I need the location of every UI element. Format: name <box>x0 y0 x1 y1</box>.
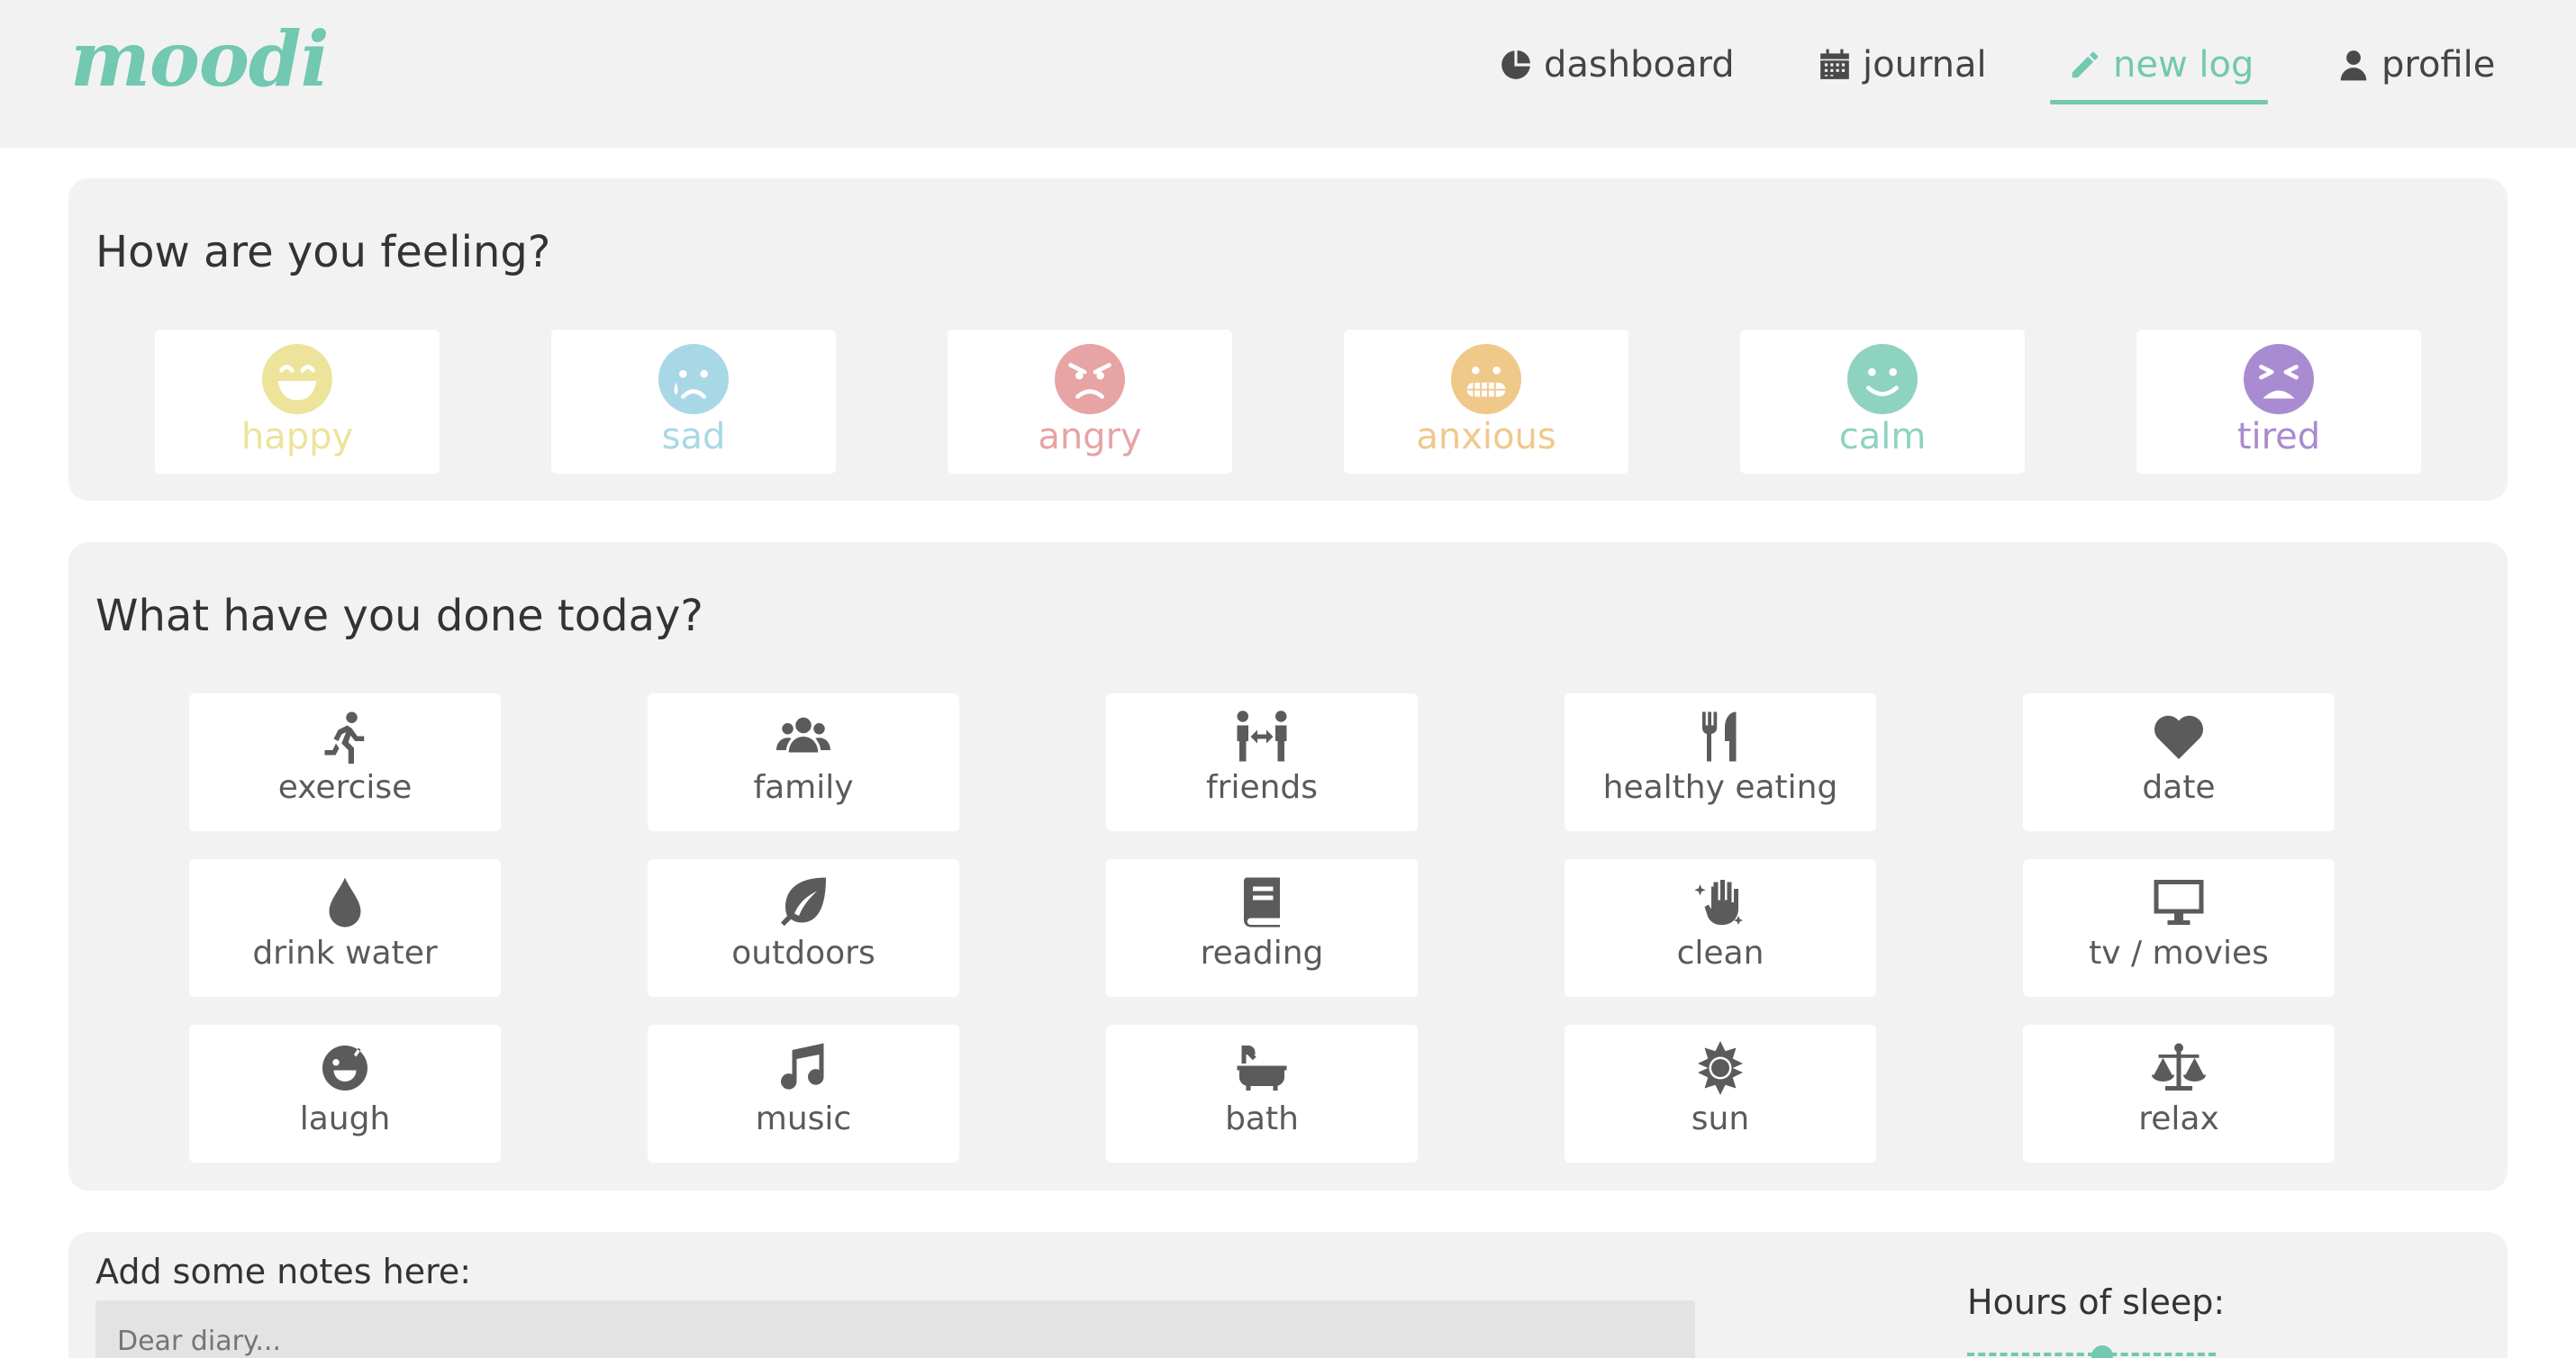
activity-label: tv / movies <box>2089 935 2269 972</box>
app-logo[interactable]: moodi <box>70 14 330 104</box>
activity-card-reading[interactable]: reading <box>1106 859 1418 997</box>
mood-label-tired: tired <box>2236 416 2321 457</box>
mood-section-title: How are you feeling? <box>95 227 551 277</box>
activity-label: music <box>755 1100 852 1137</box>
mood-card-happy[interactable]: happy <box>155 330 440 474</box>
bath-icon <box>1235 1041 1289 1095</box>
activity-card-tv-movies[interactable]: tv / movies <box>2023 859 2335 997</box>
activity-card-bath[interactable]: bath <box>1106 1025 1418 1163</box>
laugh-face-icon <box>318 1041 372 1095</box>
calendar-icon <box>1820 49 1849 79</box>
nav-new-log-label: new log <box>2113 44 2254 86</box>
pencil-icon <box>2072 51 2099 78</box>
mood-label-angry: angry <box>1038 416 1142 457</box>
activity-label: bath <box>1225 1100 1299 1137</box>
mood-card-calm[interactable]: calm <box>1740 330 2025 474</box>
mood-card-anxious[interactable]: anxious <box>1344 330 1628 474</box>
activity-card-clean[interactable]: clean <box>1565 859 1876 997</box>
people-arrows-icon <box>1235 710 1289 764</box>
activity-label: drink water <box>252 935 438 972</box>
music-note-icon <box>776 1041 830 1095</box>
tired-face-icon <box>2244 344 2314 414</box>
nav-profile[interactable]: profile <box>2336 38 2495 92</box>
mood-label-calm: calm <box>1838 416 1927 457</box>
angry-face-icon <box>1055 344 1125 414</box>
activity-label: family <box>753 769 854 806</box>
mood-label-happy: happy <box>240 416 354 457</box>
water-drop-icon <box>318 875 372 929</box>
mood-card-tired[interactable]: tired <box>2136 330 2421 474</box>
activity-label: outdoors <box>731 935 875 972</box>
monitor-icon <box>2152 875 2206 929</box>
activity-label: relax <box>2138 1100 2219 1137</box>
top-navbar: moodi dashboard journal new log profile <box>0 0 2576 148</box>
activity-card-date[interactable]: date <box>2023 693 2335 831</box>
smile-face-icon <box>1847 344 1918 414</box>
activity-label: date <box>2142 769 2216 806</box>
grin-face-icon <box>262 344 332 414</box>
activity-card-family[interactable]: family <box>648 693 959 831</box>
activity-card-outdoors[interactable]: outdoors <box>648 859 959 997</box>
activity-card-healthy-eating[interactable]: healthy eating <box>1565 693 1876 831</box>
activities-section-title: What have you done today? <box>95 591 703 641</box>
sun-icon <box>1693 1041 1747 1095</box>
mood-card-angry[interactable]: angry <box>948 330 1232 474</box>
activity-card-sun[interactable]: sun <box>1565 1025 1876 1163</box>
nav-journal-label: journal <box>1863 44 1987 86</box>
notes-label: Add some notes here: <box>95 1252 472 1291</box>
user-icon <box>2340 50 2367 81</box>
leaf-icon <box>776 875 830 929</box>
activity-card-drink-water[interactable]: drink water <box>189 859 501 997</box>
nav-journal[interactable]: journal <box>1818 38 1987 92</box>
heart-icon <box>2152 710 2206 764</box>
pie-chart-icon <box>1501 50 1530 79</box>
book-icon <box>1235 875 1289 929</box>
users-icon <box>776 710 830 764</box>
nav-dashboard-label: dashboard <box>1544 44 1735 86</box>
activity-label: laugh <box>299 1100 391 1137</box>
mood-card-sad[interactable]: sad <box>551 330 836 474</box>
activity-label: reading <box>1200 935 1324 972</box>
activity-card-music[interactable]: music <box>648 1025 959 1163</box>
activity-label: friends <box>1205 769 1319 806</box>
activity-label: exercise <box>277 769 413 806</box>
activity-card-relax[interactable]: relax <box>2023 1025 2335 1163</box>
running-icon <box>318 710 372 764</box>
sparkle-hand-icon <box>1693 875 1747 929</box>
activity-card-exercise[interactable]: exercise <box>189 693 501 831</box>
mood-label-anxious: anxious <box>1416 416 1556 457</box>
activity-card-laugh[interactable]: laugh <box>189 1025 501 1163</box>
activity-label: healthy eating <box>1602 769 1838 806</box>
nav-new-log[interactable]: new log <box>2068 38 2254 92</box>
sleep-label: Hours of sleep: <box>1967 1282 2226 1322</box>
activity-label: clean <box>1676 935 1764 972</box>
notes-textarea[interactable] <box>95 1300 1695 1358</box>
mood-label-sad: sad <box>661 416 726 457</box>
balance-scale-icon <box>2152 1041 2206 1095</box>
active-tab-indicator <box>2050 100 2268 104</box>
crying-face-icon <box>658 344 729 414</box>
nav-profile-label: profile <box>2381 44 2496 86</box>
activity-label: sun <box>1691 1100 1750 1137</box>
utensils-icon <box>1693 710 1747 764</box>
activity-card-friends[interactable]: friends <box>1106 693 1418 831</box>
nav-dashboard[interactable]: dashboard <box>1499 38 1735 92</box>
grimace-face-icon <box>1451 344 1521 414</box>
